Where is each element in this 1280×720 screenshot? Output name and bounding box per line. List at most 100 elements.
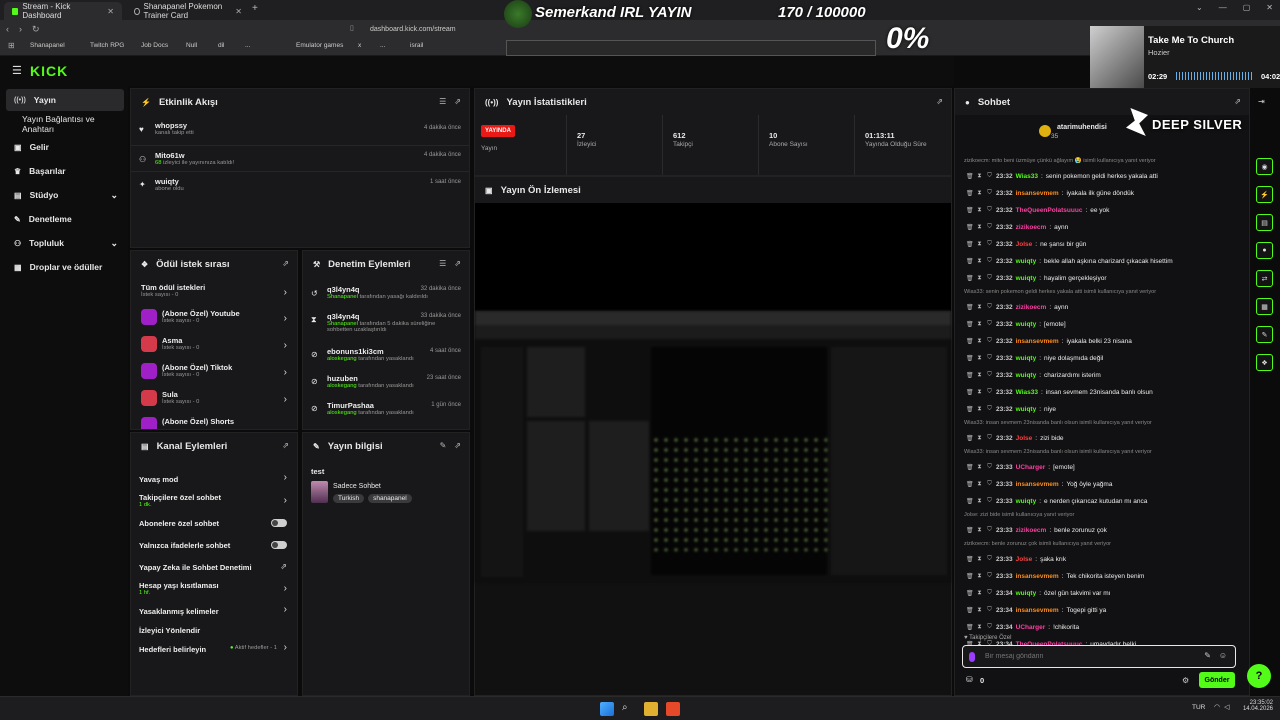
trash-icon[interactable]: 🗑: [966, 224, 974, 231]
chat-username[interactable]: wuiqty: [1016, 258, 1037, 265]
chat-username[interactable]: Jolse: [1016, 435, 1033, 442]
chevron-right-icon[interactable]: ›: [284, 604, 287, 615]
hourglass-icon[interactable]: ⧗: [976, 590, 983, 597]
chat-message[interactable]: 🗑 ⧗ ⛉ 23:32 zizikoecm: aynn: [966, 300, 1068, 314]
reward-row[interactable]: (Abone Özel) Shorts: [141, 417, 291, 429]
chevron-right-icon[interactable]: ›: [284, 367, 287, 378]
chat-message[interactable]: 🗑 ⧗ ⛉ 23:32 Jolse: zizi bide: [966, 431, 1064, 445]
chat-message[interactable]: 🗑 ⧗ ⛉ 23:32 wuiqty: [emote]: [966, 317, 1066, 331]
menu-icon[interactable]: ☰: [12, 64, 22, 77]
bookmark-item[interactable]: ...: [380, 42, 385, 49]
chat-username[interactable]: insansevmem: [1016, 481, 1059, 488]
trash-icon[interactable]: 🗑: [966, 624, 974, 631]
chat-message[interactable]: 🗑 ⧗ ⛉ 23:32 wuiqty: niye: [966, 402, 1056, 416]
shield-icon[interactable]: ⛉: [986, 321, 993, 328]
apps-icon[interactable]: ⊞: [8, 41, 15, 50]
rightbar-collapse-icon[interactable]: ⇥: [1258, 97, 1265, 106]
chat-message[interactable]: 🗑 ⧗ ⛉ 23:32 insansevmem: iyakala ilk güne dön…: [966, 186, 1134, 200]
trash-icon[interactable]: 🗑: [966, 372, 974, 379]
tag[interactable]: Turkish: [333, 494, 365, 503]
hourglass-icon[interactable]: ⧗: [976, 406, 983, 413]
reward-all-row[interactable]: Tüm ödül istekleri İstek sayısı - 0: [141, 283, 291, 298]
chat-message[interactable]: 🗑 ⧗ ⛉ 23:32 wuiqty: bekle allah aşkına chariz…: [966, 254, 1173, 268]
chevron-right-icon[interactable]: ›: [284, 287, 287, 298]
channel-action-goals[interactable]: Hedefleri belirleyin: [139, 645, 206, 654]
shield-icon[interactable]: ⛉: [986, 464, 993, 471]
channel-action-account-age[interactable]: Hesap yaşı kısıtlaması 1 hf.: [139, 581, 219, 596]
chat-message[interactable]: 🗑 ⧗ ⛉ 23:33 zizikoecm: benle zorunuz çok: [966, 523, 1107, 537]
popout-icon[interactable]: ⇗: [454, 97, 461, 106]
channel-action-slow-mode[interactable]: Yavaş mod: [139, 475, 178, 484]
mod-actor[interactable]: aloskegang: [327, 410, 357, 416]
tab-stream[interactable]: Stream - Kick Dashboard ✕: [4, 2, 122, 20]
bookmark-item[interactable]: israil: [410, 42, 423, 49]
trash-icon[interactable]: 🗑: [966, 338, 974, 345]
trash-icon[interactable]: 🗑: [966, 321, 974, 328]
mod-target[interactable]: TimurPashaa: [327, 401, 437, 410]
hourglass-icon[interactable]: ⧗: [976, 624, 983, 631]
channel-action-followers-only[interactable]: Takipçilere özel sohbet 1 dk.: [139, 493, 221, 508]
hourglass-icon[interactable]: ⧗: [976, 389, 983, 396]
shield-icon[interactable]: ⛉: [986, 258, 993, 265]
chat-username[interactable]: wuiqty: [1016, 275, 1037, 282]
emote-picker-icon[interactable]: ✎: [1204, 651, 1211, 660]
hourglass-icon[interactable]: ⧗: [976, 527, 983, 534]
bookmark-item[interactable]: dil: [218, 42, 225, 49]
help-chat-icon[interactable]: ?: [1247, 664, 1271, 688]
chat-username[interactable]: wuiqty: [1016, 372, 1037, 379]
chevron-down-icon[interactable]: ⌄: [1196, 3, 1203, 12]
chevron-right-icon[interactable]: ›: [284, 583, 287, 594]
popout-icon[interactable]: ⇗: [454, 259, 461, 268]
chat-username[interactable]: zizikoecm: [1016, 304, 1047, 311]
trash-icon[interactable]: 🗑: [966, 498, 974, 505]
chat-username[interactable]: UCharger: [1016, 624, 1046, 631]
mod-actor[interactable]: aloskegang: [327, 383, 357, 389]
chat-username[interactable]: wuiqty: [1016, 498, 1037, 505]
hourglass-icon[interactable]: ⧗: [976, 224, 983, 231]
shield-icon[interactable]: ⛉: [986, 624, 993, 631]
mod-target[interactable]: huzuben: [327, 374, 437, 383]
hourglass-icon[interactable]: ⧗: [976, 190, 983, 197]
sidebar-item-yayin[interactable]: ((•)) Yayın: [6, 89, 124, 111]
trash-icon[interactable]: 🗑: [966, 275, 974, 282]
shield-icon[interactable]: ⛉: [986, 527, 993, 534]
sidebar-item-gelir[interactable]: ▣ Gelir: [6, 136, 124, 158]
close-icon[interactable]: ✕: [235, 7, 242, 16]
external-link-icon[interactable]: ⇗: [280, 562, 287, 571]
chevron-right-icon[interactable]: ›: [284, 313, 287, 324]
shield-icon[interactable]: ⛉: [986, 389, 993, 396]
mod-actor[interactable]: Shanapanel: [327, 294, 358, 300]
bookmark-item[interactable]: Null: [186, 42, 197, 49]
chat-username[interactable]: Wias33: [1016, 389, 1038, 396]
sidebar-item-denetleme[interactable]: ✎ Denetleme: [6, 208, 124, 230]
clock[interactable]: 23:35:02 14.04.2026: [1241, 700, 1273, 712]
filter-icon[interactable]: ☰: [439, 97, 446, 106]
bookmark-item[interactable]: Twitch RPG: [90, 42, 124, 49]
chat-username[interactable]: wuiqty: [1016, 590, 1037, 597]
bookmark-item[interactable]: Job Docs: [141, 42, 168, 49]
chat-username[interactable]: Jolse: [1016, 556, 1033, 563]
channel-action-raid[interactable]: İzleyici Yönlendir: [139, 626, 200, 635]
kick-logo[interactable]: KICK: [30, 63, 68, 79]
chat-input[interactable]: [985, 649, 1175, 664]
chat-username[interactable]: zizikoecm: [1016, 527, 1047, 534]
send-button[interactable]: Gönder: [1199, 672, 1235, 688]
bookmark-item[interactable]: ...: [245, 42, 250, 49]
hourglass-icon[interactable]: ⧗: [976, 304, 983, 311]
hourglass-icon[interactable]: ⧗: [976, 498, 983, 505]
tab-pokemon-card[interactable]: Shanapanel Pokemon Trainer Card ✕: [126, 2, 250, 20]
wifi-icon[interactable]: ◠: [1214, 703, 1220, 711]
chat-message[interactable]: 🗑 ⧗ ⛉ 23:34 wuiqty: özel gün takvimi var mı: [966, 586, 1111, 600]
chat-username[interactable]: zizikoecm: [1016, 224, 1047, 231]
popout-icon[interactable]: ⇗: [282, 259, 289, 268]
chevron-right-icon[interactable]: ›: [284, 495, 287, 506]
trash-icon[interactable]: 🗑: [966, 573, 974, 580]
bookmark-item[interactable]: x: [358, 42, 361, 49]
reward-row[interactable]: Asma İstek sayısı - 0: [141, 336, 291, 352]
new-tab-icon[interactable]: +: [252, 3, 258, 14]
chevron-right-icon[interactable]: ›: [284, 472, 287, 483]
channel-action-ai-moderation[interactable]: Yapay Zeka ile Sohbet Denetimi: [139, 563, 252, 572]
mod-target[interactable]: ebonuns1ki3cm: [327, 347, 437, 356]
mod-actor[interactable]: aloskegang: [327, 356, 357, 362]
chat-message[interactable]: 🗑 ⧗ ⛉ 23:32 wuiqty: niye dolaşmıda değil: [966, 351, 1103, 365]
